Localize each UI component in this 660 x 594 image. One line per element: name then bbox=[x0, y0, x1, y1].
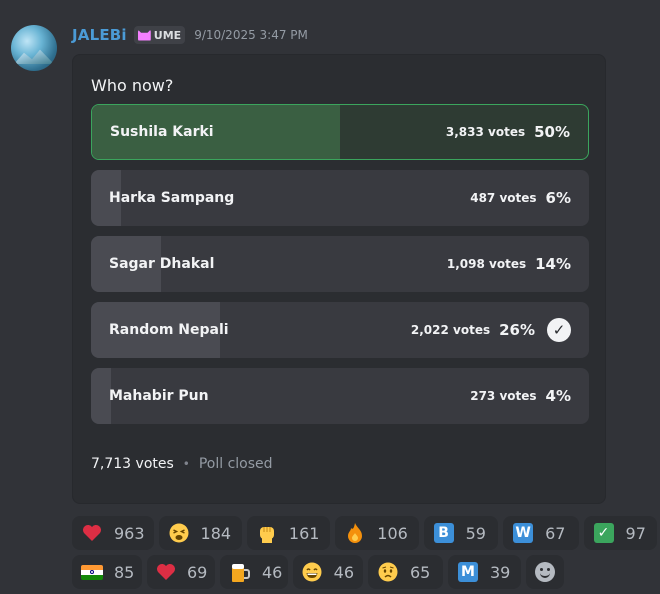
answer-label: Sushila Karki bbox=[110, 124, 214, 140]
letter-w-icon: W bbox=[512, 522, 534, 544]
message-header: JALEBi UME 9/10/2025 3:47 PM bbox=[72, 25, 308, 45]
letter-m-icon: M bbox=[457, 561, 479, 583]
poll-answer-harka-sampang[interactable]: Harka Sampang 487 votes 6% bbox=[91, 170, 589, 226]
reaction-letter-b[interactable]: B 59 bbox=[423, 516, 499, 550]
india-flag-icon bbox=[81, 561, 103, 583]
raised-fist-icon bbox=[256, 522, 278, 544]
reaction-count: 161 bbox=[288, 523, 320, 543]
reaction-tired-face[interactable]: 184 bbox=[158, 516, 242, 550]
reactions-bar: 963 184 161 106 B 59 W 67 ✓ 97 85 69 46 … bbox=[72, 516, 660, 594]
heart-icon bbox=[156, 561, 176, 583]
cat-icon bbox=[138, 30, 151, 41]
reaction-raised-fist[interactable]: 161 bbox=[246, 516, 331, 550]
reaction-count: 67 bbox=[545, 523, 566, 543]
username[interactable]: JALEBi bbox=[72, 26, 127, 44]
poll-card: Who now? Sushila Karki 3,833 votes 50% H… bbox=[72, 54, 606, 504]
poll-answer-sagar-dhakal[interactable]: Sagar Dhakal 1,098 votes 14% bbox=[91, 236, 589, 292]
reaction-count: 963 bbox=[114, 523, 145, 543]
answer-percent: 6% bbox=[545, 189, 571, 207]
timestamp: 9/10/2025 3:47 PM bbox=[194, 28, 308, 42]
answer-votes: 3,833 votes bbox=[445, 125, 526, 139]
reaction-count: 69 bbox=[187, 562, 208, 582]
answer-votes: 1,098 votes bbox=[446, 257, 527, 271]
reaction-count: 46 bbox=[262, 562, 283, 582]
reaction-beer-mug[interactable]: 46 bbox=[220, 555, 288, 589]
poll-answer-random-nepali[interactable]: Random Nepali 2,022 votes 26% ✓ bbox=[91, 302, 589, 358]
reaction-count: 59 bbox=[465, 523, 486, 543]
tired-face-icon bbox=[168, 522, 190, 544]
reaction-count: 46 bbox=[333, 562, 354, 582]
answer-percent: 50% bbox=[534, 123, 570, 141]
poll-status: Poll closed bbox=[198, 456, 273, 472]
total-votes[interactable]: 7,713 votes bbox=[91, 456, 174, 472]
server-tag[interactable]: UME bbox=[133, 26, 186, 44]
vote-bar bbox=[91, 368, 111, 424]
reaction-heart[interactable]: 963 bbox=[72, 516, 154, 550]
avatar[interactable] bbox=[11, 25, 57, 71]
reaction-worried-face[interactable]: 65 bbox=[368, 555, 443, 589]
reaction-letter-w[interactable]: W 67 bbox=[503, 516, 579, 550]
check-mark-icon: ✓ bbox=[593, 522, 615, 544]
reaction-count: 106 bbox=[377, 523, 408, 543]
reaction-letter-m[interactable]: M 39 bbox=[448, 555, 521, 589]
worried-face-icon bbox=[377, 561, 399, 583]
add-reaction-button[interactable] bbox=[526, 555, 564, 589]
beer-mug-icon bbox=[229, 561, 251, 583]
answer-percent: 4% bbox=[545, 387, 571, 405]
reaction-grinning-face[interactable]: 46 bbox=[293, 555, 363, 589]
answer-votes: 2,022 votes bbox=[410, 323, 491, 337]
letter-b-icon: B bbox=[433, 522, 455, 544]
answer-label: Mahabir Pun bbox=[109, 388, 209, 404]
poll-answer-sushila-karki[interactable]: Sushila Karki 3,833 votes 50% bbox=[91, 104, 589, 160]
answer-votes: 487 votes bbox=[470, 191, 537, 205]
add-reaction-icon bbox=[535, 562, 555, 582]
grinning-face-icon bbox=[302, 561, 323, 583]
fire-icon bbox=[344, 522, 366, 544]
heart-icon bbox=[81, 522, 103, 544]
poll-footer: 7,713 votes • Poll closed bbox=[91, 456, 273, 472]
reaction-fire[interactable]: 106 bbox=[335, 516, 419, 550]
poll-question: Who now? bbox=[91, 76, 174, 95]
reaction-count: 39 bbox=[490, 562, 511, 582]
server-tag-label: UME bbox=[153, 28, 182, 42]
answer-label: Random Nepali bbox=[109, 322, 229, 338]
reaction-heart-2[interactable]: 69 bbox=[147, 555, 215, 589]
answer-label: Sagar Dhakal bbox=[109, 256, 215, 272]
reaction-count: 97 bbox=[625, 523, 646, 543]
answer-votes: 273 votes bbox=[470, 389, 537, 403]
reaction-count: 85 bbox=[114, 562, 135, 582]
reaction-count: 184 bbox=[200, 523, 232, 543]
answer-percent: 14% bbox=[535, 255, 571, 273]
answer-percent: 26% bbox=[499, 321, 535, 339]
reaction-count: 65 bbox=[410, 562, 431, 582]
reaction-check-mark[interactable]: ✓ 97 bbox=[583, 516, 657, 550]
answer-label: Harka Sampang bbox=[109, 190, 235, 206]
separator-dot: • bbox=[182, 457, 190, 471]
reaction-india-flag[interactable]: 85 bbox=[72, 555, 142, 589]
voted-check-icon: ✓ bbox=[547, 318, 571, 342]
poll-answer-mahabir-pun[interactable]: Mahabir Pun 273 votes 4% bbox=[91, 368, 589, 424]
